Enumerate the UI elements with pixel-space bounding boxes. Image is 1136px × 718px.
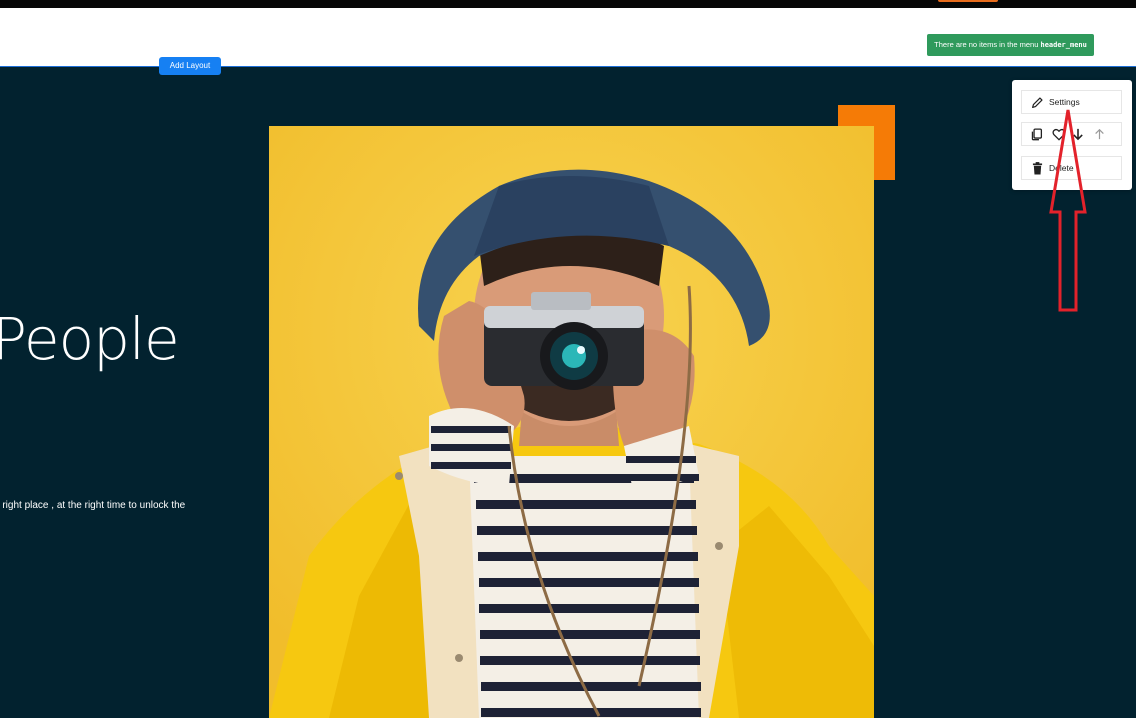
- settings-row: Settings: [1021, 90, 1122, 114]
- arrow-down-icon: [1073, 128, 1083, 140]
- photographer-illustration: [269, 126, 874, 718]
- action-icons-row: [1021, 122, 1122, 146]
- hero-subtext: e right place , at the right time to unl…: [0, 500, 186, 511]
- block-actions-toolbar: Settings Delete: [1012, 80, 1132, 190]
- move-down-button[interactable]: [1072, 128, 1084, 141]
- favorite-button[interactable]: [1052, 128, 1066, 141]
- copy-icon: [1031, 128, 1043, 141]
- move-up-button[interactable]: [1094, 128, 1105, 140]
- add-layout-button[interactable]: Add Layout: [159, 57, 221, 75]
- hero-headline: People: [0, 305, 180, 373]
- settings-button[interactable]: Settings: [1031, 96, 1080, 109]
- hero-photo: [269, 126, 874, 718]
- settings-label: Settings: [1049, 97, 1080, 107]
- trash-icon: [1032, 161, 1043, 174]
- heart-icon: [1052, 128, 1066, 141]
- duplicate-button[interactable]: [1030, 127, 1043, 141]
- delete-label: Delete: [1049, 163, 1074, 173]
- arrow-up-icon: [1095, 128, 1104, 140]
- delete-row: Delete: [1021, 156, 1122, 180]
- delete-button[interactable]: Delete: [1032, 161, 1074, 175]
- pencil-icon: [1032, 96, 1043, 108]
